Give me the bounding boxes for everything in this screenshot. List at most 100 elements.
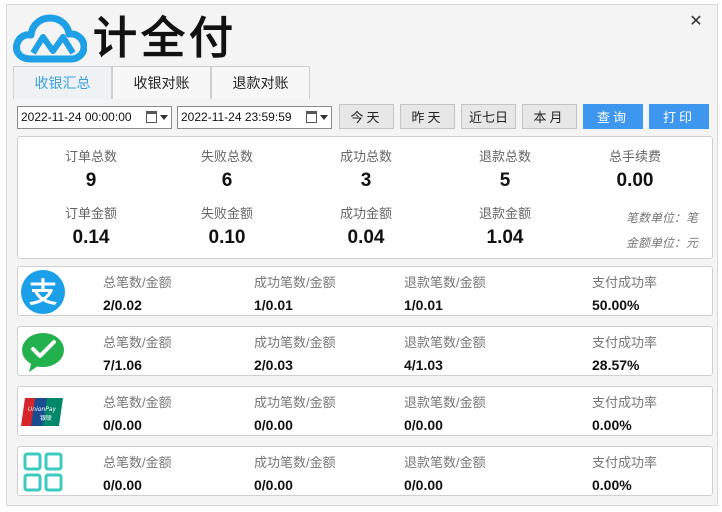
success-label: 成功笔数/金额 xyxy=(254,395,336,410)
rate-value: 0.00% xyxy=(592,417,632,433)
tab-cashier-summary[interactable]: 收银汇总 xyxy=(13,66,112,99)
chevron-down-icon xyxy=(160,115,168,120)
summary-panel: 订单总数 9 失败总数 6 成功总数 3 退款总数 5 总手续费 0.00 订单… xyxy=(17,136,713,259)
start-date-value: 2022-11-24 00:00:00 xyxy=(21,110,132,124)
total-label: 总笔数/金额 xyxy=(103,275,172,290)
success-cell: 成功笔数/金额 0/0.00 xyxy=(254,452,336,493)
order-count-value: 9 xyxy=(85,170,97,191)
refund-cell: 退款笔数/金额 4/1.03 xyxy=(404,332,486,373)
refund-value: 4/1.03 xyxy=(404,357,443,373)
refund-value: 0/0.00 xyxy=(404,477,443,493)
tab-bar: 收银汇总 收银对账 退款对账 xyxy=(13,66,310,99)
fail-count-label: 失败总数 xyxy=(200,149,253,164)
refund-cell: 退款笔数/金额 0/0.00 xyxy=(404,452,486,493)
today-button[interactable]: 今天 xyxy=(339,104,394,129)
total-cell: 总笔数/金额 7/1.06 xyxy=(103,332,172,373)
payment-row-wechat: 总笔数/金额 7/1.06 成功笔数/金额 2/0.03 退款笔数/金额 4/1… xyxy=(17,326,713,376)
success-amount-stat: 成功金额 0.04 xyxy=(306,203,426,249)
total-fee-label: 总手续费 xyxy=(608,149,661,164)
toolbar: 2022-11-24 00:00:00 2022-11-24 23:59:59 … xyxy=(17,104,713,130)
total-label: 总笔数/金额 xyxy=(103,335,172,350)
refund-amount-stat: 退款金额 1.04 xyxy=(445,203,565,249)
refund-cell: 退款笔数/金额 0/0.00 xyxy=(404,392,486,433)
fail-amount-value: 0.10 xyxy=(208,227,246,248)
success-label: 成功笔数/金额 xyxy=(254,455,336,470)
fail-count-stat: 失败总数 6 xyxy=(167,146,287,192)
last-7-days-button[interactable]: 近七日 xyxy=(461,104,516,129)
rate-cell: 支付成功率 50.00% xyxy=(592,272,657,313)
success-count-stat: 成功总数 3 xyxy=(306,146,426,192)
app-title: 计全付 xyxy=(93,13,237,64)
fail-amount-stat: 失败金额 0.10 xyxy=(167,203,287,249)
svg-text:银联: 银联 xyxy=(40,414,52,422)
close-icon: ✕ xyxy=(689,13,703,30)
yesterday-button[interactable]: 昨天 xyxy=(400,104,455,129)
refund-amount-value: 1.04 xyxy=(486,227,524,248)
order-amount-value: 0.14 xyxy=(72,227,110,248)
rate-cell: 支付成功率 28.57% xyxy=(592,332,657,373)
svg-text:UnionPay: UnionPay xyxy=(28,406,57,413)
rate-cell: 支付成功率 0.00% xyxy=(592,452,657,493)
success-cell: 成功笔数/金额 1/0.01 xyxy=(254,272,336,313)
query-button[interactable]: 查询 xyxy=(583,104,643,129)
svg-text:支: 支 xyxy=(29,276,57,309)
total-value: 0/0.00 xyxy=(103,417,142,433)
order-amount-stat: 订单金额 0.14 xyxy=(31,203,151,249)
total-fee-stat: 总手续费 0.00 xyxy=(575,146,695,192)
unionpay-icon: UnionPay 银联 xyxy=(21,398,63,426)
refund-label: 退款笔数/金额 xyxy=(404,275,486,290)
calendar-icon xyxy=(306,111,317,123)
total-fee-value: 0.00 xyxy=(616,170,654,191)
refund-count-value: 5 xyxy=(499,170,511,191)
rate-label: 支付成功率 xyxy=(592,395,658,410)
fail-amount-label: 失败金额 xyxy=(200,206,253,221)
order-amount-label: 订单金额 xyxy=(64,206,117,221)
success-count-label: 成功总数 xyxy=(339,149,392,164)
this-month-button[interactable]: 本月 xyxy=(522,104,577,129)
order-count-label: 订单总数 xyxy=(64,149,117,164)
total-cell: 总笔数/金额 0/0.00 xyxy=(103,452,172,493)
payment-row-other: 总笔数/金额 0/0.00 成功笔数/金额 0/0.00 退款笔数/金额 0/0… xyxy=(17,446,713,496)
rate-value: 28.57% xyxy=(592,357,640,373)
refund-count-stat: 退款总数 5 xyxy=(445,146,565,192)
end-date-picker[interactable]: 2022-11-24 23:59:59 xyxy=(177,106,332,129)
count-unit-note: 笔数单位：笔 xyxy=(625,211,698,225)
success-amount-value: 0.04 xyxy=(347,227,385,248)
total-value: 7/1.06 xyxy=(103,357,142,373)
rate-label: 支付成功率 xyxy=(592,335,658,350)
refund-label: 退款笔数/金额 xyxy=(404,335,486,350)
rate-value: 0.00% xyxy=(592,477,632,493)
total-cell: 总笔数/金额 2/0.02 xyxy=(103,272,172,313)
total-value: 2/0.02 xyxy=(103,297,142,313)
refund-cell: 退款笔数/金额 1/0.01 xyxy=(404,272,486,313)
alipay-icon: 支 xyxy=(21,270,65,314)
main-window: 计全付 ✕ 收银汇总 收银对账 退款对账 2022-11-24 00:00:00… xyxy=(6,4,718,506)
close-button[interactable]: ✕ xyxy=(687,13,705,31)
end-date-value: 2022-11-24 23:59:59 xyxy=(181,110,292,124)
refund-label: 退款笔数/金额 xyxy=(404,455,486,470)
success-value: 0/0.00 xyxy=(254,477,293,493)
cloud-logo-icon xyxy=(13,14,87,63)
success-amount-label: 成功金额 xyxy=(339,206,392,221)
success-label: 成功笔数/金额 xyxy=(254,335,336,350)
refund-count-label: 退款总数 xyxy=(478,149,531,164)
wechat-pay-icon xyxy=(22,333,64,372)
rate-cell: 支付成功率 0.00% xyxy=(592,392,657,433)
success-cell: 成功笔数/金额 2/0.03 xyxy=(254,332,336,373)
tab-cashier-reconciliation[interactable]: 收银对账 xyxy=(112,66,211,99)
start-date-picker[interactable]: 2022-11-24 00:00:00 xyxy=(17,106,172,129)
total-label: 总笔数/金额 xyxy=(103,395,172,410)
success-value: 0/0.00 xyxy=(254,417,293,433)
tab-refund-reconciliation[interactable]: 退款对账 xyxy=(211,66,310,99)
refund-amount-label: 退款金额 xyxy=(478,206,531,221)
amount-unit-note: 金额单位：元 xyxy=(625,236,698,250)
success-value: 2/0.03 xyxy=(254,357,293,373)
success-cell: 成功笔数/金额 0/0.00 xyxy=(254,392,336,433)
refund-value: 1/0.01 xyxy=(404,297,443,313)
print-button[interactable]: 打印 xyxy=(649,104,709,129)
success-count-value: 3 xyxy=(360,170,372,191)
refund-label: 退款笔数/金额 xyxy=(404,395,486,410)
order-count-stat: 订单总数 9 xyxy=(31,146,151,192)
payment-row-alipay: 支 总笔数/金额 2/0.02 成功笔数/金额 1/0.01 退款笔数/金额 1… xyxy=(17,266,713,316)
fail-count-value: 6 xyxy=(221,170,233,191)
